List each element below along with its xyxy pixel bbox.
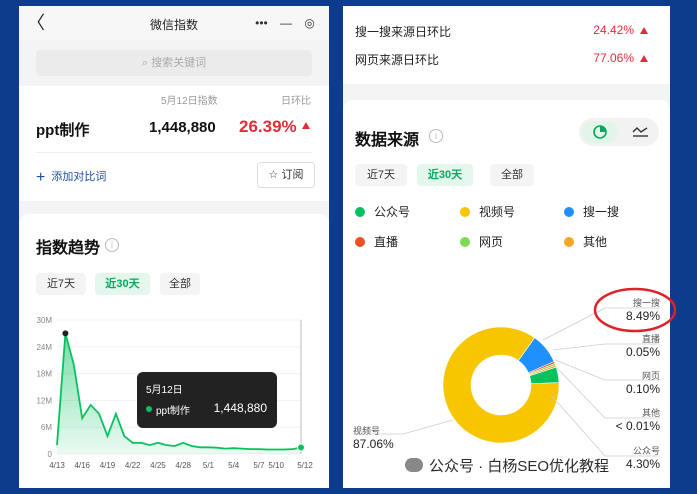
line-chart-icon (632, 127, 648, 137)
legend-dot (564, 237, 574, 247)
up-arrow-icon (640, 55, 648, 62)
peak-point (62, 330, 69, 337)
rate-row-value: 24.42% (593, 23, 634, 37)
legend-item[interactable]: 视频号 (460, 205, 515, 219)
up-arrow-icon (640, 27, 648, 34)
range-30d[interactable]: 近30天 (95, 273, 150, 295)
legend-dot (460, 237, 470, 247)
y-tick-label: 30M (36, 316, 52, 325)
source-title: 数据来源 (355, 132, 420, 149)
x-tick-label: 4/19 (100, 461, 116, 470)
highlight-circle (593, 287, 677, 333)
plus-icon: + (36, 169, 46, 186)
header-rate: 日环比 (281, 96, 311, 107)
info-icon[interactable]: i (105, 238, 119, 252)
rate-card: 搜一搜来源日环比 24.42% 网页来源日环比 77.06% (343, 6, 670, 84)
legend-dot (460, 207, 470, 217)
tooltip-value: 1,448,880 (213, 401, 267, 415)
header-date: 5月12日指数 (161, 96, 218, 107)
line-view-button[interactable] (623, 121, 657, 143)
pie-label-official: 公众号 4.30% (625, 446, 660, 471)
legend-item[interactable]: 其他 (564, 235, 607, 249)
up-arrow-icon (302, 122, 310, 129)
x-tick-label: 4/13 (49, 461, 65, 470)
add-compare-label: 添加对比词 (51, 171, 107, 183)
pie-chart-icon (593, 125, 607, 139)
minimize-icon[interactable]: — (280, 17, 292, 29)
rate-row-web: 网页来源日环比 77.06% (355, 51, 660, 67)
range-30d[interactable]: 近30天 (417, 164, 473, 186)
y-tick-label: 18M (36, 370, 52, 379)
x-tick-label: 4/22 (125, 461, 141, 470)
x-tick-label: 5/7 (253, 461, 265, 470)
x-tick-label: 5/4 (228, 461, 240, 470)
add-compare-button[interactable]: + 添加对比词 (36, 168, 106, 187)
legend-item[interactable]: 搜一搜 (564, 205, 619, 219)
chart-tooltip: 5月12日 ppt制作 1,448,880 (137, 372, 277, 428)
mini-program-capsule: ••• — ◎ (249, 13, 321, 33)
wechat-icon (405, 458, 423, 472)
range-all[interactable]: 全部 (160, 273, 200, 295)
trend-card: 指数趋势 i 近7天 近30天 全部 30M 24M 18M 12M 6M 0 4/13 4/… (19, 214, 329, 488)
rate-row-label: 搜一搜来源日环比 (355, 25, 452, 39)
y-tick-label: 12M (36, 396, 52, 405)
x-tick-label: 5/12 (297, 461, 313, 470)
pie-label-video: 视频号 87.06% (353, 426, 394, 451)
legend-dot (564, 207, 574, 217)
chart-type-toggle (579, 118, 659, 146)
info-icon[interactable]: i (429, 129, 443, 143)
x-tick-label: 4/25 (150, 461, 166, 470)
legend-item[interactable]: 公众号 (355, 205, 410, 219)
daily-rate: 26.39% (239, 117, 297, 136)
keyword-label: ppt制作 (36, 122, 90, 139)
rate-row-search: 搜一搜来源日环比 24.42% (355, 23, 660, 39)
watermark: 公众号 · 白杨SEO优化教程 (405, 455, 609, 476)
search-input[interactable]: ⌕ 搜索关键词 (36, 50, 312, 76)
selected-point (297, 443, 305, 452)
more-icon[interactable]: ••• (255, 17, 268, 29)
divider (36, 152, 312, 153)
range-7d[interactable]: 近7天 (355, 164, 407, 186)
y-tick-label: 0 (48, 450, 53, 459)
tooltip-date: 5月12日 (146, 385, 183, 396)
index-value: 1,448,880 (149, 119, 216, 136)
x-tick-label: 4/28 (175, 461, 191, 470)
legend-item[interactable]: 直播 (355, 235, 398, 249)
tooltip-series-dot (146, 406, 152, 412)
range-all[interactable]: 全部 (490, 164, 534, 186)
y-tick-label: 6M (41, 423, 52, 432)
legend-dot (355, 207, 365, 217)
legend-item[interactable]: 网页 (460, 235, 503, 249)
title-bar: 〈 微信指数 ••• — ◎ (19, 6, 329, 40)
range-7d[interactable]: 近7天 (36, 273, 86, 295)
pie-label-other: 其他 < 0.01% (615, 408, 660, 433)
right-phone-screen: 搜一搜来源日环比 24.42% 网页来源日环比 77.06% 数据来源 i 近7… (343, 6, 670, 488)
pie-view-button[interactable] (582, 121, 618, 143)
legend-dot (355, 237, 365, 247)
tooltip-series-name: ppt制作 (156, 406, 190, 417)
x-tick-label: 5/1 (203, 461, 215, 470)
keyword-card: 5月12日指数 日环比 ppt制作 1,448,880 26.39% + 添加对比… (19, 86, 329, 201)
close-icon[interactable]: ◎ (304, 17, 314, 29)
left-phone-screen: 〈 微信指数 ••• — ◎ ⌕ 搜索关键词 5月12日指数 日环比 ppt制作… (19, 6, 329, 488)
x-tick-label: 5/10 (268, 461, 284, 470)
pie-label-live: 直播 0.05% (625, 334, 660, 359)
trend-title: 指数趋势 (36, 240, 101, 257)
rate-row-label: 网页来源日环比 (355, 53, 440, 67)
pie-label-web: 网页 0.10% (625, 371, 660, 396)
subscribe-button[interactable]: ☆ 订阅 (257, 162, 315, 188)
x-tick-label: 4/16 (74, 461, 90, 470)
rate-row-value: 77.06% (593, 51, 634, 65)
y-tick-label: 24M (36, 343, 52, 352)
